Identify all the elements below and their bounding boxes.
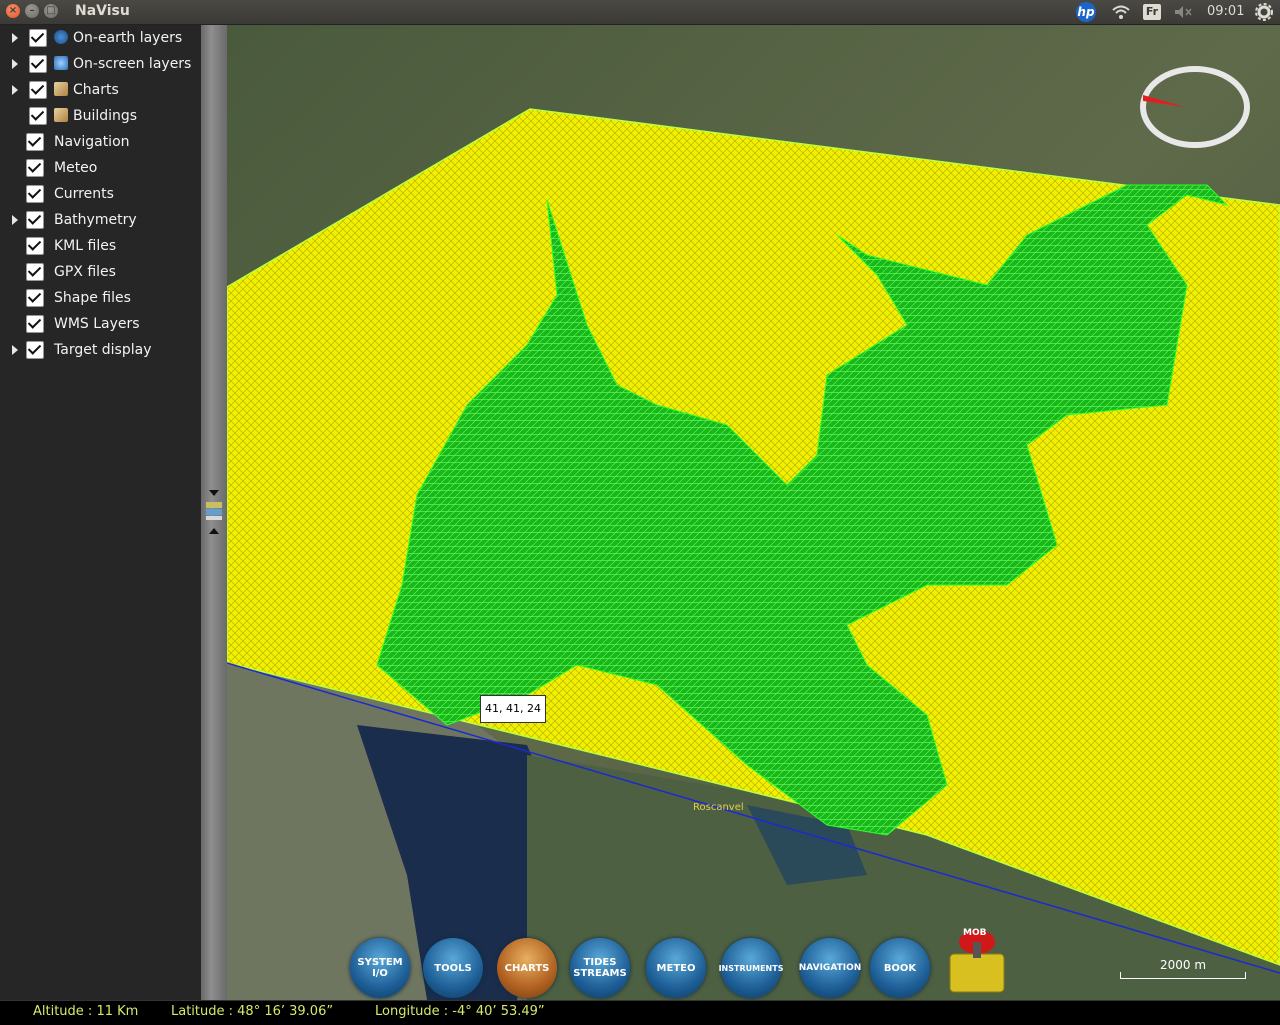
- layer-label: WMS Layers: [54, 316, 140, 332]
- expand-arrow-icon[interactable]: [12, 215, 18, 225]
- layer-checkbox[interactable]: [29, 55, 47, 73]
- settings-gear-icon[interactable]: [1255, 3, 1273, 27]
- buildings-icon: [54, 108, 68, 122]
- altitude-readout: Altitude : 11 Km: [33, 1004, 139, 1019]
- layer-checkbox[interactable]: [26, 315, 44, 333]
- layer-label: Meteo: [54, 160, 98, 176]
- minimize-window-button[interactable]: –: [25, 4, 39, 18]
- screen-globe-icon: [54, 56, 68, 70]
- layer-checkbox[interactable]: [26, 133, 44, 151]
- layer-label: Target display: [54, 342, 152, 358]
- expand-arrow-icon[interactable]: [12, 59, 18, 69]
- expand-arrow-icon[interactable]: [12, 33, 18, 43]
- clock[interactable]: 09:01: [1207, 0, 1244, 24]
- layer-label: Buildings: [73, 108, 138, 124]
- expand-arrow-icon[interactable]: [12, 85, 18, 95]
- layer-wms[interactable]: WMS Layers: [0, 313, 200, 337]
- layer-label: Navigation: [54, 134, 130, 150]
- book-button[interactable]: BOOK: [870, 938, 930, 998]
- layer-label: GPX files: [54, 264, 116, 280]
- layer-on-earth[interactable]: On-earth layers: [0, 27, 200, 51]
- status-bar: Altitude : 11 Km Latitude : 48° 16’ 39.0…: [0, 1000, 1280, 1025]
- instruments-button[interactable]: INSTRUMENTS: [719, 938, 783, 998]
- layer-label: On-screen layers: [73, 56, 192, 72]
- layer-checkbox[interactable]: [26, 289, 44, 307]
- layers-panel: On-earth layers On-screen layers Charts …: [0, 25, 201, 1000]
- longitude-readout: Longitude : -4° 40’ 53.49”: [375, 1004, 545, 1019]
- layer-checkbox[interactable]: [29, 107, 47, 125]
- layer-gpx[interactable]: GPX files: [0, 261, 200, 285]
- layer-checkbox[interactable]: [26, 211, 44, 229]
- layer-charts[interactable]: Charts: [0, 79, 200, 103]
- maximize-window-button[interactable]: □: [44, 4, 58, 18]
- layers-toggle-icon[interactable]: [204, 490, 224, 534]
- meteo-button[interactable]: METEO: [646, 938, 706, 998]
- layer-kml[interactable]: KML files: [0, 235, 200, 259]
- layer-checkbox[interactable]: [29, 81, 47, 99]
- scale-bar: 2000 m: [1120, 958, 1246, 980]
- layer-buildings[interactable]: Buildings: [0, 105, 200, 129]
- expand-arrow-icon[interactable]: [12, 345, 18, 355]
- system-io-button[interactable]: SYSTEM I/O: [350, 938, 410, 998]
- layer-checkbox[interactable]: [26, 263, 44, 281]
- layer-label: KML files: [54, 238, 117, 254]
- elevation-tooltip: 41, 41, 24: [480, 695, 546, 723]
- layer-target-display[interactable]: Target display: [0, 339, 200, 363]
- tools-button[interactable]: TOOLS: [423, 938, 483, 998]
- close-window-button[interactable]: ×: [6, 4, 20, 18]
- place-label: Roscanvel: [693, 802, 744, 813]
- layer-shape[interactable]: Shape files: [0, 287, 200, 311]
- layer-label: Bathymetry: [54, 212, 137, 228]
- chart-icon: [54, 82, 68, 96]
- keyboard-layout-indicator[interactable]: Fr: [1143, 4, 1161, 20]
- tides-streams-button[interactable]: TIDES STREAMS: [570, 938, 630, 998]
- layer-label: On-earth layers: [73, 30, 183, 46]
- layer-label: Charts: [73, 82, 119, 98]
- layer-on-screen[interactable]: On-screen layers: [0, 53, 200, 77]
- layer-navigation[interactable]: Navigation: [0, 131, 200, 155]
- navigation-button[interactable]: NAVIGATION: [799, 938, 861, 998]
- layer-currents[interactable]: Currents: [0, 183, 200, 207]
- layer-checkbox[interactable]: [26, 341, 44, 359]
- layer-checkbox[interactable]: [29, 29, 47, 47]
- layer-checkbox[interactable]: [26, 159, 44, 177]
- layer-meteo[interactable]: Meteo: [0, 157, 200, 181]
- charts-button[interactable]: CHARTS: [497, 938, 557, 998]
- latitude-readout: Latitude : 48° 16’ 39.06”: [171, 1004, 334, 1019]
- layer-label: Currents: [54, 186, 114, 202]
- mob-label: MOB: [963, 928, 987, 938]
- scale-label: 2000 m: [1159, 958, 1207, 972]
- globe-map-view[interactable]: 41, 41, 24 Roscanvel SYSTEM I/O TOOLS CH…: [227, 25, 1280, 1000]
- window-titlebar: × – □ NaVisu hp Fr 09:01: [0, 0, 1280, 25]
- scale-bar-line: [1120, 972, 1246, 979]
- layer-bathymetry[interactable]: Bathymetry: [0, 209, 200, 233]
- layer-label: Shape files: [54, 290, 131, 306]
- layer-checkbox[interactable]: [26, 185, 44, 203]
- layer-checkbox[interactable]: [26, 237, 44, 255]
- window-title: NaVisu: [75, 3, 130, 19]
- globe-icon: [54, 30, 68, 44]
- hp-logo-icon[interactable]: hp: [1076, 2, 1096, 22]
